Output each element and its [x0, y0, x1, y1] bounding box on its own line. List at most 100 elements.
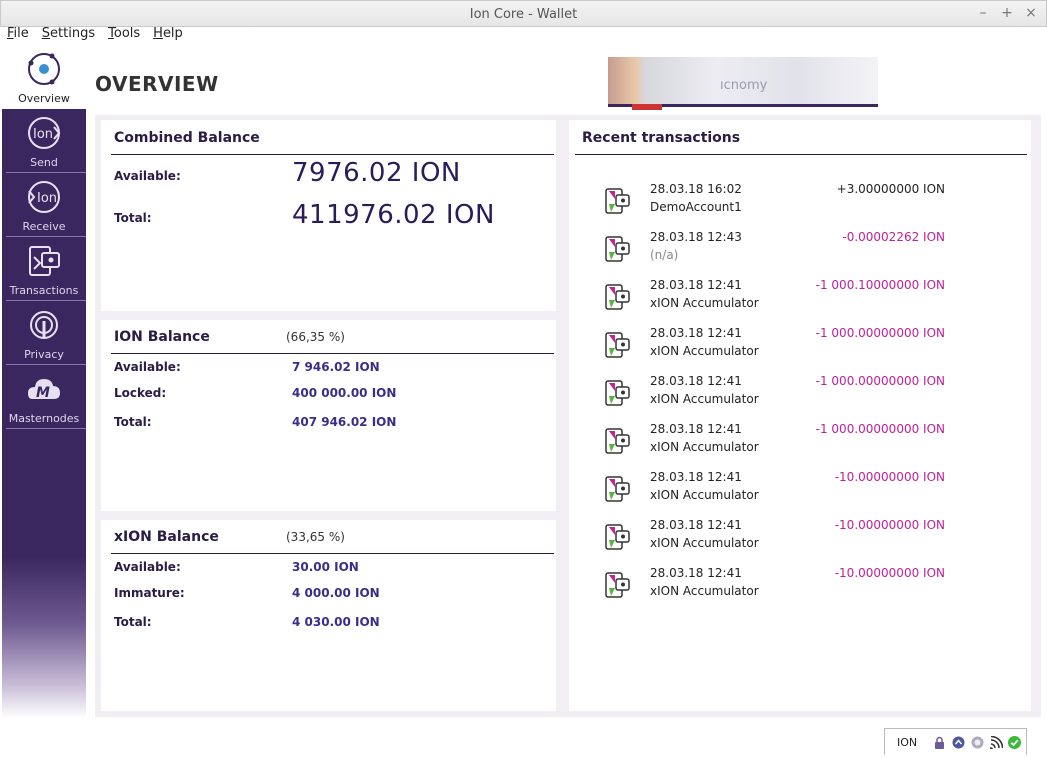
- status-box: ION: [884, 728, 1027, 755]
- menu-bar: File Settings Tools Help: [0, 27, 1047, 45]
- sidebar-item-privacy[interactable]: Privacy: [2, 301, 86, 365]
- transaction-date: 28.03.18 12:43: [650, 230, 742, 244]
- overview-page: OVERVIEW ıcnomy Combined Balance Availab…: [86, 45, 1047, 728]
- transaction-address: DemoAccount1: [650, 200, 742, 214]
- transaction-icon: [605, 187, 631, 215]
- masternodes-icon: M: [28, 379, 60, 401]
- transaction-row[interactable]: 28.03.18 16:02 DemoAccount1 +3.00000000 IO…: [569, 182, 1029, 230]
- window-title: Ion Core - Wallet: [469, 7, 578, 22]
- transaction-address: xION Accumulator: [650, 536, 759, 550]
- sidebar-item-masternodes[interactable]: M Masternodes: [2, 365, 86, 429]
- window-titlebar: Ion Core - Wallet – + ×: [0, 0, 1047, 27]
- recent-transactions-card: Recent transactions 28.03.18 16:02 DemoAc…: [569, 120, 1031, 711]
- receive-icon: Ion: [28, 181, 60, 213]
- sidebar-item-label: Privacy: [24, 348, 64, 361]
- xion-immature-value: 4 000.00 ION: [292, 586, 380, 600]
- combined-balance-title: Combined Balance: [114, 130, 260, 146]
- xion-immature-label: Immature:: [114, 586, 185, 600]
- staking-icon[interactable]: [952, 736, 965, 749]
- transaction-amount: -10.00000000 ION: [834, 518, 945, 532]
- transaction-address: xION Accumulator: [650, 488, 759, 502]
- transaction-icon: [605, 523, 631, 551]
- transaction-amount: -10.00000000 ION: [834, 470, 945, 484]
- sidebar-item-label: Receive: [22, 220, 66, 233]
- transaction-row[interactable]: 28.03.18 12:41 xION Accumulator -1 000.000…: [569, 422, 1029, 470]
- transaction-row[interactable]: 28.03.18 12:43 (n/a) -0.00002262 ION: [569, 230, 1029, 278]
- sidebar-item-label: Send: [30, 156, 58, 169]
- transaction-row[interactable]: 28.03.18 12:41 xION Accumulator -1 000.000…: [569, 374, 1029, 422]
- transaction-amount: -1 000.10000000 ION: [815, 278, 945, 292]
- ion-balance-percent: (66,35 %): [286, 330, 345, 344]
- ion-locked-value: 400 000.00 ION: [292, 386, 397, 400]
- lock-icon[interactable]: [933, 736, 946, 749]
- overview-icon: [28, 53, 60, 85]
- xion-total-value: 4 030.00 ION: [292, 615, 380, 629]
- menu-settings[interactable]: Settings: [35, 27, 101, 45]
- transaction-row[interactable]: 28.03.18 12:41 xION Accumulator -1 000.100…: [569, 278, 1029, 326]
- unit-selector[interactable]: ION: [897, 736, 917, 749]
- privacy-icon: [30, 311, 58, 339]
- transaction-row[interactable]: 28.03.18 12:41 xION Accumulator -1 000.000…: [569, 326, 1029, 374]
- transaction-amount: -1 000.00000000 ION: [815, 326, 945, 340]
- sidebar-item-receive[interactable]: Ion Receive: [2, 173, 86, 237]
- transaction-amount: -10.00000000 ION: [834, 566, 945, 580]
- transaction-address: xION Accumulator: [650, 440, 759, 454]
- network-icon[interactable]: [990, 736, 1003, 749]
- close-icon[interactable]: ×: [1024, 5, 1038, 21]
- transaction-amount: -0.00002262 ION: [842, 230, 945, 244]
- transaction-address: xION Accumulator: [650, 296, 759, 310]
- transaction-icon: [605, 571, 631, 599]
- svg-text:M: M: [36, 385, 50, 401]
- transaction-icon: [605, 331, 631, 359]
- ion-available-value: 7 946.02 ION: [292, 360, 380, 374]
- send-icon: Ion: [28, 117, 61, 149]
- transaction-icon: [605, 235, 631, 263]
- sidebar-item-label: Masternodes: [8, 412, 80, 425]
- status-bar: ION: [0, 728, 1047, 758]
- transaction-address: xION Accumulator: [650, 392, 759, 406]
- sidebar-item-label: Transactions: [9, 284, 79, 297]
- transaction-date: 28.03.18 12:41: [650, 326, 742, 340]
- xion-total-label: Total:: [114, 615, 152, 629]
- transaction-address: xION Accumulator: [650, 584, 759, 598]
- page-title: OVERVIEW: [95, 72, 219, 96]
- xion-balance-title: xION Balance: [114, 529, 219, 545]
- sidebar-item-send[interactable]: Ion Send: [2, 109, 86, 173]
- transaction-icon: [605, 475, 631, 503]
- svg-text:Ion: Ion: [37, 191, 57, 206]
- menu-help[interactable]: Help: [146, 27, 189, 45]
- transaction-date: 28.03.18 12:41: [650, 518, 742, 532]
- sidebar-item-label: Overview: [18, 92, 70, 105]
- sidebar-item-overview[interactable]: Overview: [2, 45, 86, 109]
- transaction-date: 28.03.18 12:41: [650, 278, 742, 292]
- minimize-icon[interactable]: –: [976, 5, 990, 21]
- ion-available-label: Available:: [114, 360, 181, 374]
- xion-balance-card: xION Balance (33,65 %) Available: 30.00 …: [101, 520, 556, 711]
- transaction-icon: [605, 283, 631, 311]
- transaction-date: 28.03.18 12:41: [650, 374, 742, 388]
- transaction-address: (n/a): [650, 248, 679, 262]
- transaction-date: 28.03.18 12:41: [650, 566, 742, 580]
- maximize-icon[interactable]: +: [1000, 5, 1014, 21]
- transaction-row[interactable]: 28.03.18 12:41 xION Accumulator -10.000000…: [569, 566, 1029, 614]
- transaction-row[interactable]: 28.03.18 12:41 xION Accumulator -10.000000…: [569, 518, 1029, 566]
- ion-balance-title: ION Balance: [114, 329, 210, 345]
- sidebar: Overview Ion Send Ion Receive Transactio…: [2, 45, 86, 718]
- transaction-icon: [605, 427, 631, 455]
- transaction-address: xION Accumulator: [650, 344, 759, 358]
- menu-file[interactable]: File: [0, 27, 35, 45]
- zion-icon[interactable]: [971, 736, 984, 749]
- ion-locked-label: Locked:: [114, 386, 167, 400]
- menu-tools[interactable]: Tools: [101, 27, 146, 45]
- svg-text:Ion: Ion: [33, 127, 53, 142]
- synced-check-icon[interactable]: [1008, 736, 1021, 749]
- xion-available-value: 30.00 ION: [292, 560, 359, 574]
- transaction-row[interactable]: 28.03.18 12:41 xION Accumulator -10.000000…: [569, 470, 1029, 518]
- sidebar-item-transactions[interactable]: Transactions: [2, 237, 86, 301]
- logo-text: ıcnomy: [720, 78, 768, 93]
- transaction-icon: [605, 379, 631, 407]
- transaction-amount: -1 000.00000000 ION: [815, 422, 945, 436]
- combined-available-label: Available:: [114, 169, 181, 183]
- transaction-amount: +3.00000000 ION: [836, 182, 945, 196]
- overview-content: Combined Balance Available: 7976.02 ION …: [95, 115, 1041, 717]
